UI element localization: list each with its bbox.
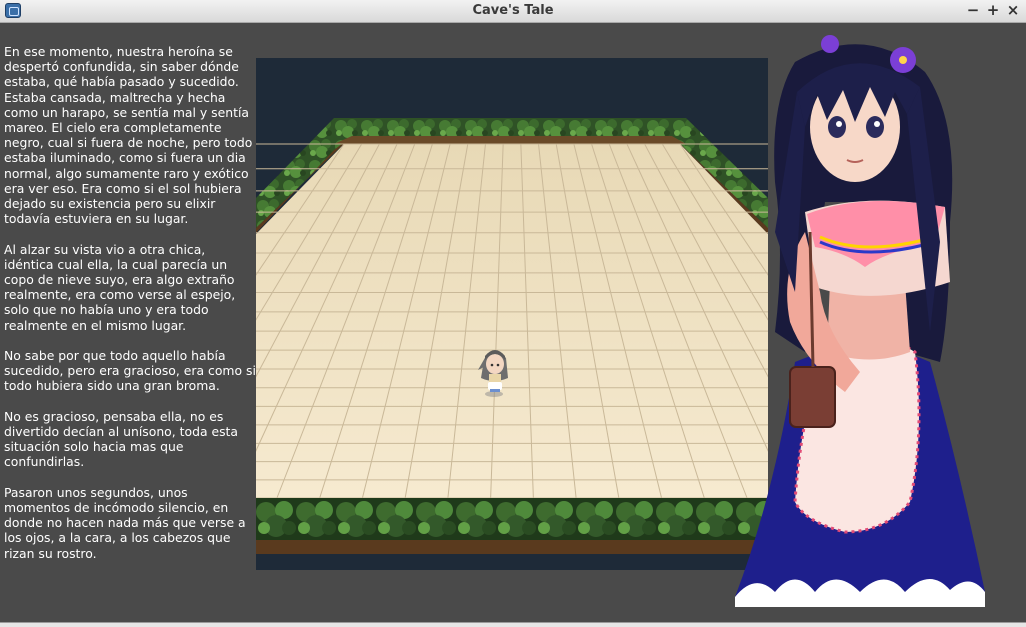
close-icon: × xyxy=(1006,1,1020,19)
story-paragraph-1: En ese momento, nuestra heroína se despe… xyxy=(4,44,253,227)
game-map-view[interactable] xyxy=(256,58,768,570)
story-paragraph-4: No es gracioso, pensaba ella, no es dive… xyxy=(4,408,239,470)
portrait-satchel xyxy=(789,366,836,428)
portrait-right-eye xyxy=(866,116,884,138)
front-wall-base xyxy=(256,540,768,554)
maximize-button[interactable]: + xyxy=(984,1,1002,19)
heroine-portrait xyxy=(735,35,985,607)
portrait-flower-center-right xyxy=(899,56,907,64)
minimize-button[interactable]: − xyxy=(964,1,982,19)
portrait-left-eye-shine xyxy=(836,121,842,127)
close-button[interactable]: × xyxy=(1004,1,1022,19)
story-paragraph-3: No sabe por que todo aquello había suced… xyxy=(4,348,256,394)
window-controls: − + × xyxy=(964,1,1022,19)
window-title: Cave's Tale xyxy=(472,3,554,18)
title-bar: Cave's Tale − + × xyxy=(0,0,1026,23)
story-paragraph-2: Al alzar su vista vio a otra chica, idén… xyxy=(4,241,236,333)
maximize-icon: + xyxy=(986,1,1000,19)
minimize-icon: − xyxy=(966,1,980,19)
portrait-left-eye xyxy=(828,116,846,138)
void-bottom xyxy=(256,554,768,570)
portrait-hair-flower-left xyxy=(821,35,839,53)
status-bar xyxy=(0,622,1026,627)
back-wall-edge xyxy=(334,136,686,144)
story-text: En ese momento, nuestra heroína se despe… xyxy=(4,44,256,576)
tiled-floor xyxy=(256,144,768,498)
portrait-right-eye-shine xyxy=(874,121,880,127)
story-paragraph-5: Pasaron unos segundos, unos momentos de … xyxy=(4,484,246,561)
back-hedge-wall xyxy=(334,118,686,136)
